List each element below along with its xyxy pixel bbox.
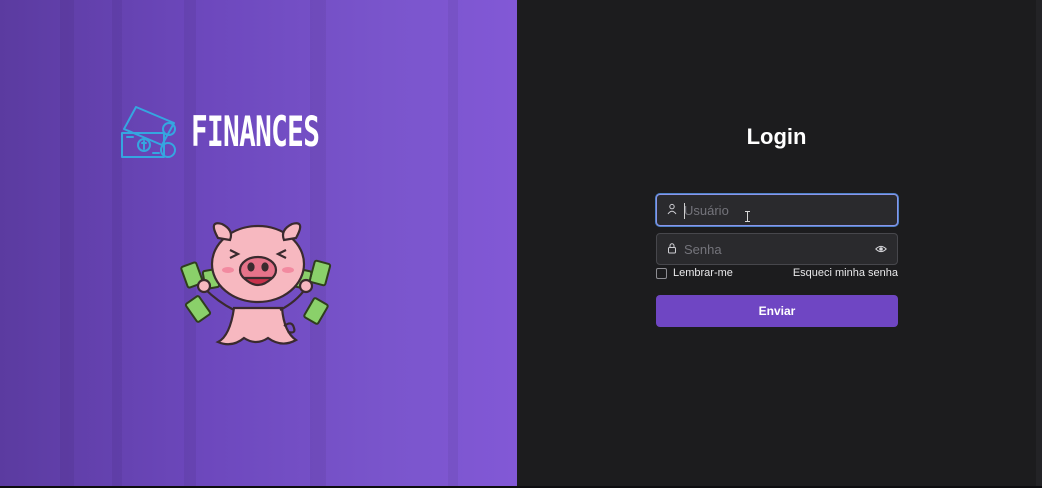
eye-icon[interactable]: [875, 243, 887, 255]
ibeam-cursor-icon: [745, 211, 750, 222]
lock-icon: [668, 243, 676, 254]
brand-panel: FINANCES: [0, 0, 517, 486]
money-bill-coin-icon: [121, 106, 176, 158]
username-field[interactable]: [656, 194, 898, 226]
text-caret: [684, 203, 685, 219]
remember-me-checkbox[interactable]: [656, 268, 667, 279]
pig-money-illustration: [180, 222, 332, 346]
brand-name: FINANCES: [191, 107, 320, 156]
submit-button[interactable]: Enviar: [656, 295, 898, 327]
username-input[interactable]: [684, 195, 864, 225]
remember-me[interactable]: Lembrar-me: [656, 267, 733, 279]
login-title: Login: [746, 124, 807, 149]
brand-logo: FINANCES: [120, 103, 350, 161]
password-input[interactable]: [684, 234, 864, 264]
user-icon: [667, 203, 677, 215]
forgot-password-link[interactable]: Esqueci minha senha: [793, 267, 898, 279]
scrollbar-track[interactable]: [1036, 0, 1042, 486]
password-field[interactable]: [656, 233, 898, 265]
remember-me-label: Lembrar-me: [673, 267, 733, 279]
